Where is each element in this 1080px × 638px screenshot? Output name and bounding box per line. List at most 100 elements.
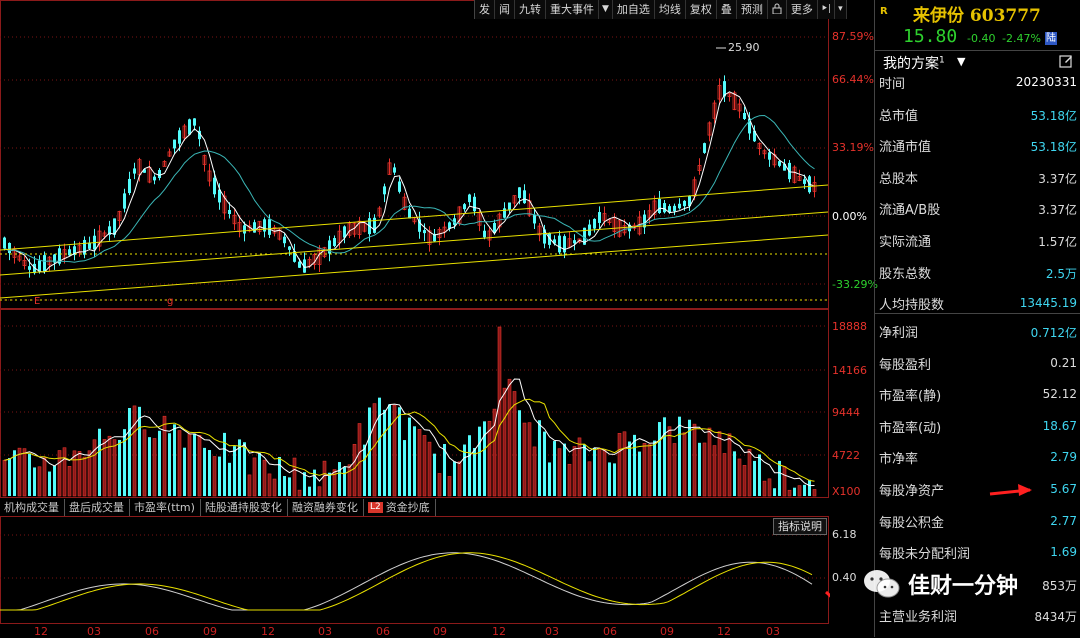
toolbar-button-news[interactable]: 闻 — [495, 0, 515, 19]
toolbar-button-major-events[interactable]: 重大事件 — [546, 0, 599, 19]
candle-body — [38, 260, 41, 272]
toolbar-button-forecast[interactable]: 预测 — [737, 0, 768, 19]
stock-header: R 来伊份 603777 15.80 -0.40 -2.47% 陆 — [875, 0, 1080, 50]
volume-bar — [727, 433, 732, 497]
candle-body — [83, 239, 86, 255]
edit-icon[interactable] — [1059, 54, 1073, 68]
chart-marker[interactable]: E — [34, 296, 40, 307]
volume-bar — [593, 448, 596, 496]
toolbar-button-jiuzhuan[interactable]: 九转 — [515, 0, 546, 19]
volume-bar — [553, 441, 556, 496]
volume-bar — [252, 457, 257, 497]
tab-capital-bottom[interactable]: L2 资金抄底 — [364, 499, 436, 516]
menu-chevron-icon[interactable]: ▾ — [835, 0, 847, 19]
volume-bar — [408, 417, 411, 496]
fundamental-row[interactable]: 股东总数 2.5万 — [875, 257, 1080, 288]
volume-bar — [782, 466, 787, 497]
fundamental-row[interactable]: 每股盈利 0.21 — [875, 348, 1080, 379]
exit-icon[interactable]: ⯈| — [818, 0, 836, 19]
toolbar-button-moving-average[interactable]: 均线 — [655, 0, 686, 19]
candle-body — [408, 208, 411, 219]
exchange-badge: 陆 — [1045, 32, 1057, 45]
volume-bar — [142, 429, 147, 497]
volume-bar — [297, 489, 302, 497]
fundamental-row[interactable]: 每股公积金 2.77 — [875, 506, 1080, 537]
volume-axis-label: 18888 — [832, 320, 867, 333]
tab-northbound-holdings[interactable]: 陆股通持股变化 — [201, 499, 288, 516]
fundamental-value: 18.67 — [1042, 418, 1077, 433]
fundamental-row[interactable]: 净利润 0.712亿 — [875, 316, 1080, 347]
volume-bar — [208, 450, 211, 496]
volume-bar — [22, 448, 27, 497]
candle-body — [533, 215, 536, 224]
fundamental-row[interactable]: 实际流通 1.57亿 — [875, 225, 1080, 256]
fundamental-value: 3.37亿 — [1038, 171, 1077, 186]
toolbar-button-add-watchlist[interactable]: 加自选 — [613, 0, 655, 19]
volume-bar — [357, 423, 362, 497]
tab-margin-change[interactable]: 融资融券变化 — [288, 499, 364, 516]
volume-bar — [587, 461, 592, 497]
fundamental-value: 8434万 — [1034, 610, 1077, 625]
volume-bar — [583, 444, 586, 496]
x-axis-label: 03 — [318, 625, 332, 638]
fundamental-value: 53.18亿 — [1030, 108, 1077, 123]
volume-bar — [212, 456, 217, 497]
volume-bar — [787, 489, 792, 497]
candle-body — [558, 235, 561, 253]
toolbar-button-more[interactable]: 更多 — [787, 0, 818, 19]
indicator-help-button[interactable]: 指标说明 — [773, 518, 827, 535]
fundamental-row[interactable]: 总市值 53.18亿 — [875, 99, 1080, 130]
fundamental-row[interactable]: 市盈率(静) 52.12 — [875, 379, 1080, 410]
candle-body — [743, 113, 746, 119]
chart-marker[interactable]: g — [167, 296, 173, 307]
kline-chart-canvas[interactable] — [0, 0, 830, 637]
fundamental-label: 实际流通 — [879, 235, 932, 250]
fundamental-row[interactable]: 流通A/B股 3.37亿 — [875, 193, 1080, 224]
candle-body — [3, 237, 6, 249]
fundamental-row[interactable]: 市净率 2.79 — [875, 442, 1080, 473]
volume-bar — [518, 410, 521, 496]
volume-axis-label: 14166 — [832, 364, 867, 377]
plan-index: 1 — [939, 55, 945, 66]
chevron-down-icon[interactable]: ▼ — [599, 0, 613, 19]
volume-bar — [658, 422, 661, 496]
fundamental-row[interactable]: 市盈率(动) 18.67 — [875, 411, 1080, 442]
volume-bar — [148, 437, 151, 496]
lock-icon[interactable] — [768, 0, 787, 19]
fundamental-row[interactable]: 人均持股数 13445.19 — [875, 288, 1080, 319]
stock-name-code[interactable]: 来伊份 603777 — [913, 1, 1041, 26]
fundamental-label: 每股净资产 — [879, 484, 945, 499]
volume-bar — [372, 403, 377, 497]
volume-bar — [383, 409, 386, 496]
tab-institution-volume[interactable]: 机构成交量 — [0, 499, 65, 516]
volume-bar — [352, 444, 357, 497]
volume-bar — [597, 447, 602, 497]
volume-bar — [267, 473, 272, 497]
candle-body — [768, 152, 771, 160]
candle-body — [28, 266, 31, 270]
toolbar-button-adjust[interactable]: 复权 — [686, 0, 717, 19]
candle-body — [658, 198, 661, 214]
fundamental-label: 时间 — [879, 77, 906, 92]
chart-toolbar: 发 闻 九转 重大事件 ▼ 加自选 均线 复权 叠 预测 更多 ⯈| ▾ — [474, 0, 847, 19]
stock-change-pct: -2.47% — [1002, 32, 1041, 45]
volume-bar — [82, 456, 87, 497]
toolbar-button-overlay[interactable]: 叠 — [717, 0, 737, 19]
tab-pe-ttm[interactable]: 市盈率(ttm) — [130, 499, 201, 516]
fundamental-row[interactable]: 流通市值 53.18亿 — [875, 130, 1080, 161]
kline-chart-panel[interactable]: 发 闻 九转 重大事件 ▼ 加自选 均线 复权 叠 预测 更多 ⯈| ▾ 87.… — [0, 0, 878, 638]
volume-bar — [233, 446, 236, 496]
fundamental-value: 5.67 — [1050, 482, 1077, 496]
fundamental-label: 每股盈利 — [879, 357, 932, 373]
fundamental-row[interactable]: 时间 20230331 — [875, 67, 1080, 98]
candle-body — [398, 181, 401, 192]
candle-body — [128, 178, 131, 194]
toolbar-button-fa[interactable]: 发 — [475, 0, 495, 19]
volume-bar — [278, 456, 281, 496]
volume-bar — [317, 486, 322, 497]
volume-bar — [243, 442, 246, 496]
fundamental-row[interactable]: 总股本 3.37亿 — [875, 162, 1080, 193]
tab-after-hours-volume[interactable]: 盘后成交量 — [65, 499, 130, 516]
fundamental-label: 市盈率(动) — [879, 420, 942, 436]
fundamental-row[interactable]: 每股净资产 5.67 — [875, 474, 1080, 505]
